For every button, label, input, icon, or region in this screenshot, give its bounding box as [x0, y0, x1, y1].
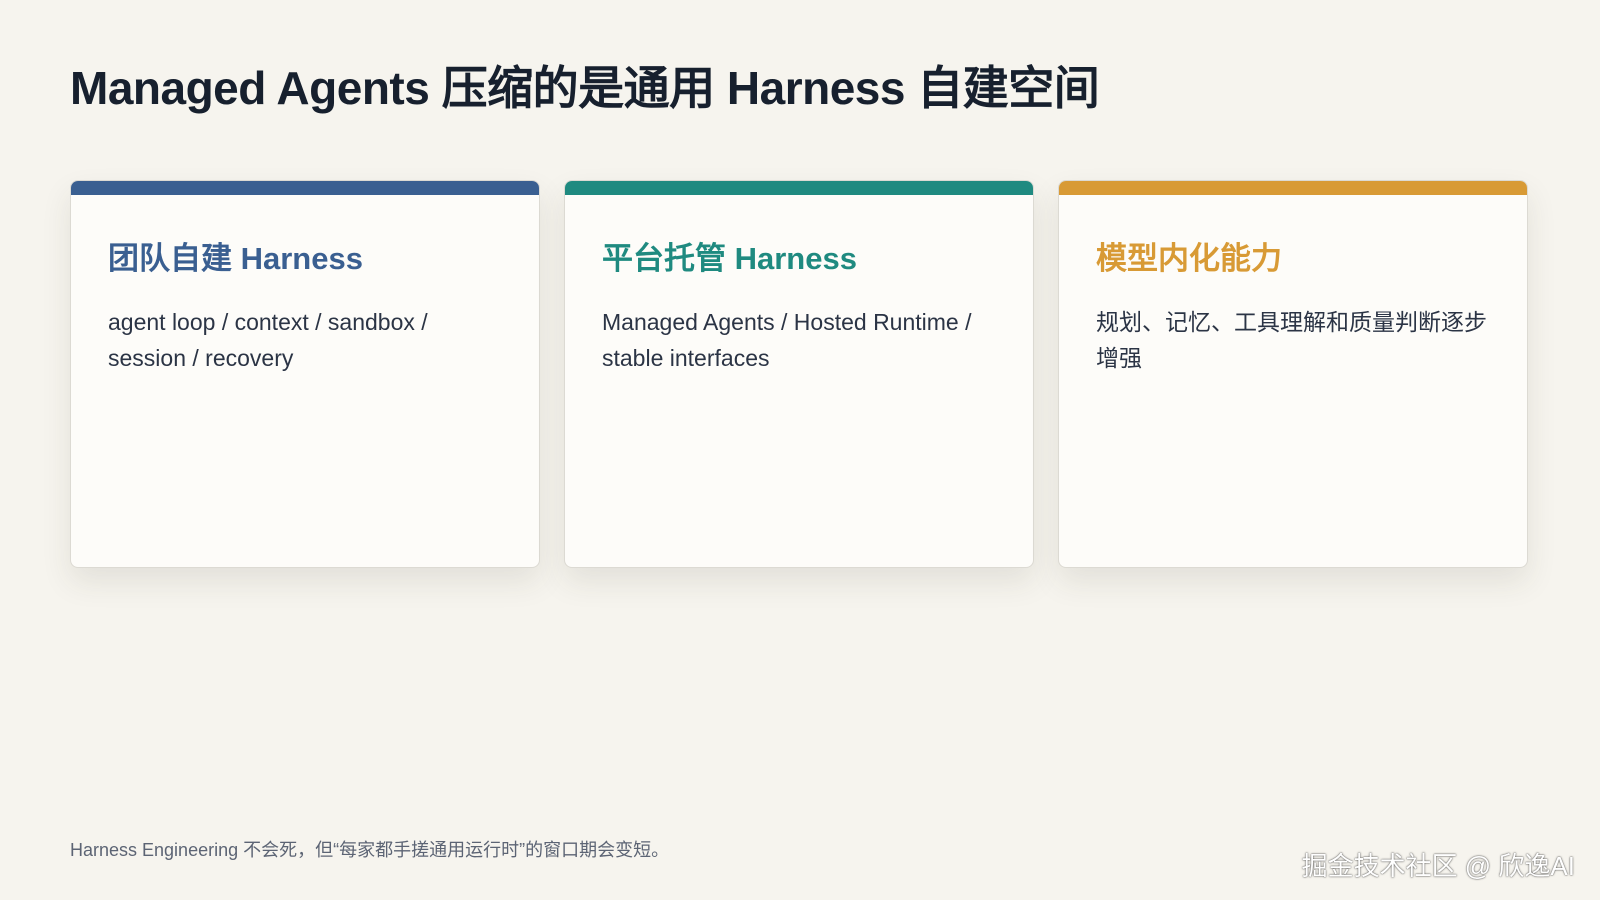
- card-title: 团队自建 Harness: [108, 241, 363, 276]
- card-row: 团队自建 Harness agent loop / context / sand…: [70, 180, 1530, 568]
- card-model-internalized: 模型内化能力 规划、记忆、工具理解和质量判断逐步增强: [1058, 180, 1528, 568]
- card-team-built-harness: 团队自建 Harness agent loop / context / sand…: [70, 180, 540, 568]
- card-title: 模型内化能力: [1096, 241, 1282, 276]
- card-accent-bar: [71, 181, 539, 195]
- page-title: Managed Agents 压缩的是通用 Harness 自建空间: [70, 62, 1100, 114]
- card-platform-hosted-harness: 平台托管 Harness Managed Agents / Hosted Run…: [564, 180, 1034, 568]
- card-accent-bar: [1059, 181, 1527, 195]
- card-description: 规划、记忆、工具理解和质量判断逐步增强: [1096, 309, 1487, 371]
- card-accent-bar: [565, 181, 1033, 195]
- footnote: Harness Engineering 不会死，但“每家都手搓通用运行时”的窗口…: [70, 840, 670, 860]
- watermark: 掘金技术社区 @ 欣逸AI: [1301, 851, 1575, 881]
- card-title: 平台托管 Harness: [602, 241, 857, 276]
- card-description: Managed Agents / Hosted Runtime / stable…: [602, 309, 972, 371]
- card-description: agent loop / context / sandbox / session…: [108, 309, 428, 371]
